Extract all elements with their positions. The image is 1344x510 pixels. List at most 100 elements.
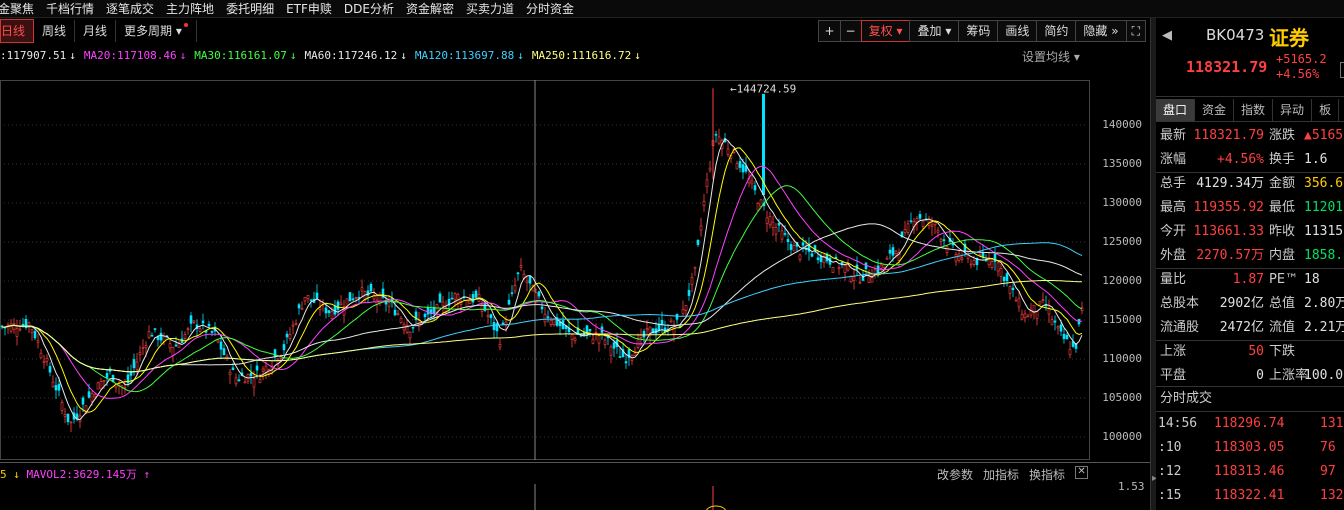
- candle-body: [942, 239, 946, 241]
- stock-name: 证券: [1269, 26, 1309, 50]
- ma-legend-item: MA20:117108.46 ↓: [84, 49, 186, 62]
- add-indicator-button[interactable]: 加指标: [983, 466, 1019, 483]
- menu-item-5[interactable]: ETF申赎: [280, 0, 338, 17]
- menu-item-6[interactable]: DDE分析: [338, 0, 400, 17]
- quote-label: 总值: [1269, 296, 1296, 311]
- chips-button[interactable]: 筹码: [958, 20, 998, 42]
- overlay-button[interactable]: 叠加 ▾: [909, 20, 959, 42]
- menu-item-2[interactable]: 逐笔成交: [100, 0, 160, 17]
- candle-body: [1056, 326, 1060, 329]
- menu-item-1[interactable]: 千档行情: [40, 0, 100, 17]
- candle-body: [534, 292, 538, 302]
- candle-body: [252, 378, 256, 388]
- chart-frame: [0, 80, 1090, 460]
- switch-indicator-button[interactable]: 换指标: [1029, 466, 1065, 483]
- candle-body: [171, 347, 175, 356]
- candle-body: [879, 264, 883, 269]
- candle-body: [513, 285, 517, 292]
- candle-body: [93, 394, 97, 398]
- quote-tab-2[interactable]: 指数: [1234, 99, 1274, 121]
- menu-item-7[interactable]: 资金解密: [400, 0, 460, 17]
- candle-body: [303, 296, 307, 302]
- quote-tab-1[interactable]: 资金: [1195, 99, 1235, 121]
- candle-body: [735, 163, 739, 170]
- tick-price: 118303.05: [1214, 440, 1285, 455]
- ma-value: MA20:117108.46: [83, 48, 177, 62]
- candle-body: [48, 366, 52, 373]
- fullscreen-icon[interactable]: ⛶: [1125, 20, 1146, 42]
- candle-body: [609, 346, 613, 356]
- tab-monthly[interactable]: 月线: [75, 20, 117, 42]
- zoom-out-button[interactable]: −: [839, 20, 861, 42]
- price-axis-tick: 100000: [1102, 430, 1142, 443]
- candle-body: [1014, 299, 1018, 302]
- candle-body: [9, 323, 13, 332]
- candle-body: [954, 254, 958, 262]
- candle-body: [624, 361, 628, 364]
- more-periods-label: 更多周期: [124, 24, 173, 38]
- price-axis-tick: 125000: [1102, 235, 1142, 248]
- ma-value: :117907.51: [0, 48, 67, 62]
- candle-body: [789, 244, 793, 250]
- expand-icon[interactable]: [1340, 62, 1344, 78]
- hide-button[interactable]: 隐藏 »: [1075, 20, 1126, 42]
- menu-item-3[interactable]: 主力阵地: [160, 0, 220, 17]
- candle-body: [186, 328, 190, 331]
- tick-row: :15 118322.41 132: [1156, 484, 1344, 508]
- quote-label: 换手: [1269, 152, 1296, 167]
- candle-body: [294, 323, 298, 325]
- candle-body: [36, 340, 40, 343]
- zoom-in-button[interactable]: +: [818, 20, 840, 42]
- adjust-button[interactable]: 复权 ▾: [860, 20, 910, 42]
- tab-daily[interactable]: 日线: [0, 19, 35, 43]
- quote-value: 118321.79: [1193, 128, 1264, 143]
- candle-body: [1038, 300, 1042, 305]
- quote-label: 流值: [1269, 320, 1296, 335]
- quote-tab-4[interactable]: 板: [1312, 99, 1340, 121]
- candle-body: [489, 314, 493, 319]
- draw-line-button[interactable]: 画线: [997, 20, 1037, 42]
- candle-body: [1041, 299, 1045, 301]
- tab-weekly[interactable]: 周线: [34, 20, 76, 42]
- quote-label: 总手: [1160, 176, 1187, 191]
- quote-label: 最新: [1160, 128, 1187, 143]
- candle-body: [243, 381, 247, 384]
- kline-chart[interactable]: ←144724.59: [0, 80, 1090, 460]
- candle-body: [471, 294, 475, 303]
- candle-body: [132, 359, 136, 369]
- candle-body: [705, 179, 709, 187]
- candle-body: [516, 272, 520, 275]
- candle-body: [618, 356, 622, 358]
- ma-legend-item: MA250:111616.72 ↓: [532, 49, 641, 62]
- ma-line: [1, 223, 1083, 373]
- candle-body: [894, 250, 898, 254]
- candle-body: [759, 199, 763, 207]
- quote-tab-0[interactable]: 盘口: [1156, 99, 1196, 121]
- quote-label: 涨幅: [1160, 152, 1187, 167]
- candle-body: [219, 341, 223, 350]
- volume-chart: [534, 484, 726, 510]
- tab-more-periods[interactable]: 更多周期 ▾: [116, 20, 197, 42]
- close-icon[interactable]: ✕: [1075, 466, 1089, 479]
- set-ma-button[interactable]: 设置均线 ▾: [1022, 48, 1080, 65]
- candle-body: [903, 229, 907, 233]
- candle-body: [69, 421, 73, 424]
- price-change: +5165.2 +4.56%: [1276, 52, 1327, 82]
- change-params-button[interactable]: 改参数: [937, 466, 973, 483]
- quote-tab-3[interactable]: 异动: [1273, 99, 1313, 121]
- quote-label: 最低: [1269, 200, 1296, 215]
- candle-body: [189, 315, 193, 324]
- candle-body: [1002, 276, 1006, 282]
- menu-item-9[interactable]: 分时资金: [520, 0, 580, 17]
- candle-body: [702, 200, 706, 207]
- stock-code: BK0473: [1206, 26, 1265, 44]
- simple-mode-button[interactable]: 简约: [1036, 20, 1076, 42]
- tick-price: 118296.74: [1214, 416, 1285, 431]
- menu-item-4[interactable]: 委托明细: [220, 0, 280, 17]
- collapse-left-icon[interactable]: ◀: [1162, 28, 1172, 43]
- menu-item-8[interactable]: 买卖力道: [460, 0, 520, 17]
- menu-item-0[interactable]: 金聚焦: [0, 0, 40, 17]
- candle-body: [1020, 313, 1024, 320]
- candle-body: [597, 335, 601, 344]
- candle-body: [969, 263, 973, 266]
